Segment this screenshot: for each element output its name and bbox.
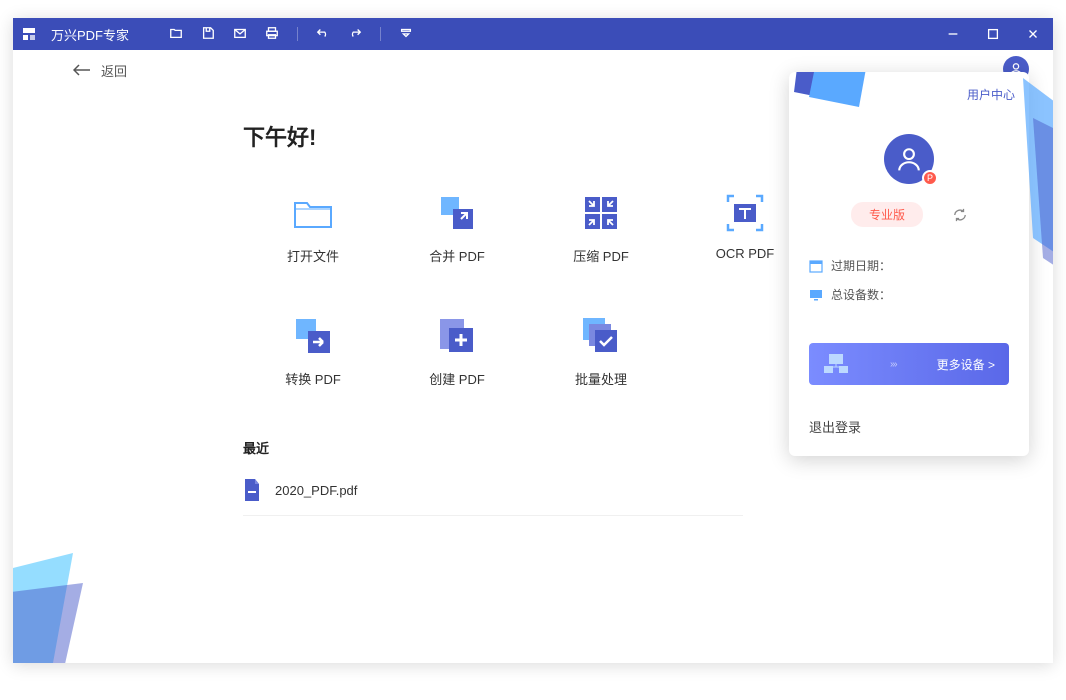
back-label: 返回 xyxy=(101,61,127,80)
titlebar: 万兴PDF专家 xyxy=(13,18,1053,50)
separator xyxy=(297,27,298,41)
arrow-left-icon xyxy=(73,64,91,76)
user-center-link[interactable]: 用户中心 xyxy=(967,86,1015,103)
file-name: 2020_PDF.pdf xyxy=(275,483,357,498)
tile-label: 合并 PDF xyxy=(429,246,485,265)
save-icon[interactable] xyxy=(201,26,215,43)
tile-convert-pdf[interactable]: 转换 PDF xyxy=(243,315,383,388)
tile-compress-pdf[interactable]: 压缩 PDF xyxy=(531,192,671,265)
tile-label: 转换 PDF xyxy=(285,369,341,388)
open-icon[interactable] xyxy=(169,26,183,43)
close-button[interactable] xyxy=(1013,18,1053,50)
folder-icon xyxy=(292,192,334,234)
calendar-icon xyxy=(809,259,823,273)
corner-decoration-bl xyxy=(13,533,123,663)
logout-button[interactable]: 退出登录 xyxy=(789,403,1029,456)
pro-version-badge: 专业版 xyxy=(851,202,923,227)
create-icon xyxy=(436,315,478,357)
minimize-button[interactable] xyxy=(933,18,973,50)
expire-row: 过期日期： xyxy=(809,257,1009,274)
merge-icon xyxy=(436,192,478,234)
user-panel: 用户中心 P 专业版 过期日期： 总设备数： › › › 更多设备 > xyxy=(789,72,1029,456)
compress-icon xyxy=(580,192,622,234)
tile-label: 创建 PDF xyxy=(429,369,485,388)
undo-icon[interactable] xyxy=(316,26,330,43)
redo-icon[interactable] xyxy=(348,26,362,43)
back-button[interactable]: 返回 xyxy=(73,61,127,80)
monitor-icon xyxy=(809,288,823,302)
decorative-sheets-icon xyxy=(789,72,879,128)
batch-icon xyxy=(580,315,622,357)
tile-label: 压缩 PDF xyxy=(573,246,629,265)
user-icon xyxy=(896,146,922,172)
devices-label: 总设备数： xyxy=(831,286,891,303)
more-devices-button[interactable]: › › › 更多设备 > xyxy=(809,343,1009,385)
app-title: 万兴PDF专家 xyxy=(51,25,129,44)
panel-avatar: P xyxy=(884,134,934,184)
convert-icon xyxy=(292,315,334,357)
tile-label: 批量处理 xyxy=(575,369,627,388)
dropdown-icon[interactable] xyxy=(399,26,413,43)
recent-file-item[interactable]: 2020_PDF.pdf xyxy=(243,479,743,516)
app-logo-icon xyxy=(13,18,45,50)
print-icon[interactable] xyxy=(265,26,279,43)
devices-row: 总设备数： xyxy=(809,286,1009,303)
tile-label: 打开文件 xyxy=(287,246,339,265)
tile-create-pdf[interactable]: 创建 PDF xyxy=(387,315,527,388)
separator xyxy=(380,27,381,41)
ocr-icon xyxy=(724,192,766,234)
tile-batch[interactable]: 批量处理 xyxy=(531,315,671,388)
corner-decoration-tr xyxy=(1013,78,1053,278)
maximize-button[interactable] xyxy=(973,18,1013,50)
titlebar-toolbar xyxy=(169,26,413,43)
refresh-icon[interactable] xyxy=(953,208,967,222)
pro-badge-icon: P xyxy=(922,170,938,186)
mail-icon[interactable] xyxy=(233,26,247,43)
pdf-file-icon xyxy=(243,479,261,501)
tile-merge-pdf[interactable]: 合并 PDF xyxy=(387,192,527,265)
tile-label: OCR PDF xyxy=(716,246,775,261)
expire-label: 过期日期： xyxy=(831,257,891,274)
tile-open-file[interactable]: 打开文件 xyxy=(243,192,383,265)
more-devices-label: 更多设备 > xyxy=(937,356,995,373)
chevrons-icon: › › › xyxy=(890,359,896,370)
devices-icon xyxy=(823,353,849,375)
